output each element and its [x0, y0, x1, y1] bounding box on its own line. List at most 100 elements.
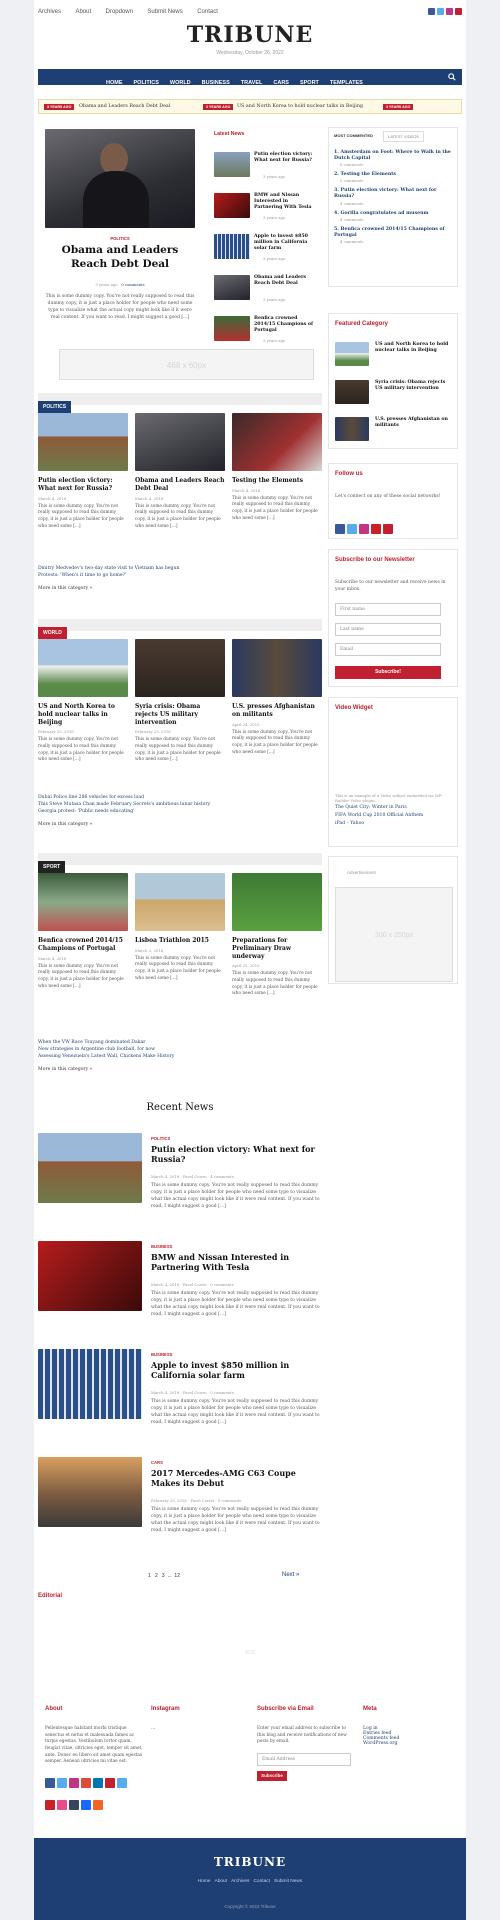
facebook-icon[interactable]	[335, 524, 345, 534]
more-link[interactable]: More in this category »	[38, 822, 322, 827]
youtube-icon[interactable]	[105, 1777, 115, 1788]
ticker-item[interactable]: Obama and Leaders Reach Debt Deal	[79, 104, 170, 109]
facebook-icon[interactable]	[45, 1777, 55, 1788]
nav-item[interactable]: SPORT	[300, 80, 319, 86]
list-item[interactable]: This Steve Mutasa Chan made February Sec…	[38, 802, 322, 807]
top-link[interactable]: Submit News	[147, 9, 182, 15]
featured-image[interactable]	[45, 129, 195, 228]
page-link[interactable]: 2	[155, 1573, 158, 1579]
latest-item-title[interactable]: Apple to invest $850 million in Californ…	[254, 234, 314, 252]
pinterest-icon[interactable]	[371, 524, 381, 534]
pinterest-icon[interactable]	[45, 1799, 55, 1810]
latest-item-title[interactable]: Benfica crowned 2014/15 Champions of Por…	[254, 316, 314, 334]
tumblr-icon[interactable]	[69, 1799, 79, 1810]
card-title[interactable]: Syria crisis: Obama rejects US military …	[135, 703, 225, 726]
recent-comments[interactable]: 0 comments	[210, 1282, 233, 1287]
ticker-item[interactable]: US and North Korea to hold nuclear talks…	[237, 104, 363, 109]
vimeo-icon[interactable]	[117, 1777, 127, 1788]
recent-item-title[interactable]: Putin election victory: What next for Ru…	[151, 1144, 321, 1165]
card-title[interactable]: Lisboa Triathlon 2015	[135, 937, 225, 945]
card-title[interactable]: US and North Korea to hold nuclear talks…	[38, 703, 128, 726]
top-link[interactable]: Dropdown	[106, 9, 133, 15]
nav-item[interactable]: WORLD	[170, 80, 191, 86]
card[interactable]: Lisboa Triathlon 2015 March 3, 2016 This i…	[135, 873, 225, 982]
list-item[interactable]: FIFA World Cup 2010 Official Anthem	[335, 813, 453, 818]
list-item[interactable]: CARS 2017 Mercedes-AMG C63 Coupe Makes it…	[38, 1457, 322, 1565]
ad-300[interactable]: 300 x 250px	[335, 887, 453, 982]
instagram-icon[interactable]	[446, 8, 453, 15]
card[interactable]: Syria crisis: Obama rejects US military …	[135, 639, 225, 764]
recent-author[interactable]: Pavel Correi	[183, 1390, 207, 1395]
nav-item[interactable]: BUSINESS	[202, 80, 230, 86]
youtube-icon[interactable]	[383, 524, 393, 534]
footer-subscribe-button[interactable]: Subscribe	[257, 1770, 287, 1781]
rss-icon[interactable]	[93, 1799, 103, 1810]
list-item[interactable]: Assessing Venezuela's Latest Wall, Chick…	[38, 1054, 322, 1059]
list-item[interactable]: 3. Putin election victory: What next for…	[334, 188, 454, 205]
list-item[interactable]: US and North Korea to hold nuclear talks…	[335, 342, 453, 368]
list-item[interactable]: U.S. presses Afghanistan on militants	[335, 417, 453, 443]
email-field[interactable]: Email	[335, 643, 441, 656]
twitter-icon[interactable]	[437, 8, 444, 15]
footer-logo[interactable]: TRIBUNE	[34, 1855, 466, 1869]
list-item[interactable]: iPad – Yahoo	[335, 821, 453, 826]
video-player[interactable]	[335, 720, 453, 790]
list-item[interactable]: 4. Gorilla congratulates ad museum 4 comm…	[334, 211, 454, 222]
first-name-field[interactable]: First name	[335, 603, 441, 616]
search-icon[interactable]	[448, 73, 456, 81]
card-title[interactable]: U.S. presses Afghanistan on militants	[232, 703, 322, 719]
tab-most-commented[interactable]: MOST COMMENTED	[334, 133, 373, 138]
featured-item-title[interactable]: U.S. presses Afghanistan on militants	[375, 417, 453, 429]
recent-comments[interactable]: 0 comments	[210, 1390, 233, 1395]
card[interactable]: Putin election victory: What next for Ru…	[38, 413, 128, 530]
instagram-icon[interactable]	[359, 524, 369, 534]
recent-category[interactable]: CARS	[151, 1460, 163, 1465]
twitter-icon[interactable]	[57, 1777, 67, 1788]
ad-mid[interactable]: ADS	[38, 1650, 462, 1656]
politics-label[interactable]: POLITICS	[38, 401, 72, 413]
list-item[interactable]: Georgia protest: 'Public needs educating…	[38, 809, 322, 814]
list-item[interactable]: Apple to invest $850 million in Californ…	[214, 234, 314, 275]
card[interactable]: Benfica crowned 2014/15 Champions of Por…	[38, 873, 128, 990]
card[interactable]: Obama and Leaders Reach Debt Deal March 4…	[135, 413, 225, 530]
instagram-icon[interactable]	[69, 1777, 79, 1788]
card-title[interactable]: Putin election victory: What next for Ru…	[38, 477, 128, 493]
list-item[interactable]: BUSINESS Apple to invest $850 million in …	[38, 1349, 322, 1457]
recent-item-title[interactable]: 2017 Mercedes-AMG C63 Coupe Makes its De…	[151, 1468, 321, 1489]
recent-author[interactable]: Pavel Correi	[183, 1282, 207, 1287]
footer-link[interactable]: Archives	[231, 1879, 249, 1884]
nav-item[interactable]: CARS	[273, 80, 289, 86]
dribbble-icon[interactable]	[57, 1799, 67, 1810]
page-link[interactable]: 12	[174, 1573, 180, 1579]
recent-category[interactable]: BUSINESS	[151, 1352, 172, 1357]
youtube-icon[interactable]	[455, 8, 462, 15]
latest-item-title[interactable]: BMW and Nissan Interested in Partnering …	[254, 193, 314, 211]
site-logo[interactable]: TRIBUNE	[34, 22, 466, 48]
recent-item-title[interactable]: Apple to invest $850 million in Californ…	[151, 1360, 321, 1381]
featured-title[interactable]: Obama and Leaders Reach Debt Deal	[45, 244, 195, 271]
linkedin-icon[interactable]	[93, 1777, 103, 1788]
featured-item-title[interactable]: US and North Korea to hold nuclear talks…	[375, 342, 453, 354]
list-item[interactable]: Obama and Leaders Reach Debt Deal 3 years…	[214, 275, 314, 316]
footer-link[interactable]: Submit News	[274, 1879, 302, 1884]
featured-category[interactable]: POLITICS	[45, 236, 195, 241]
page-link[interactable]: 3	[162, 1573, 165, 1579]
card-title[interactable]: Preparations for Preliminary Draw underw…	[232, 937, 322, 960]
world-label[interactable]: WORLD	[38, 627, 67, 639]
list-item[interactable]: Syria crisis: Obama rejects US military …	[335, 380, 453, 406]
card-title[interactable]: Benfica crowned 2014/15 Champions of Por…	[38, 937, 128, 953]
ad-banner[interactable]: 468 x 60px	[59, 349, 314, 380]
list-item[interactable]: When the VW Race Tsuyang dominated Dakar	[38, 1040, 322, 1045]
recent-category[interactable]: BUSINESS	[151, 1244, 172, 1249]
list-item[interactable]: The Quiet City: Winter in Paris	[335, 805, 453, 810]
footer-link[interactable]: Contact	[253, 1879, 270, 1884]
card[interactable]: Preparations for Preliminary Draw underw…	[232, 873, 322, 998]
list-item[interactable]: Dubai Police line 286 vehicles for exces…	[38, 795, 322, 800]
list-item[interactable]: 2. Testing the Elements 5 comments	[334, 172, 454, 183]
sport-label[interactable]: SPORT	[38, 861, 66, 873]
top-link[interactable]: Archives	[38, 9, 61, 15]
footer-link[interactable]: Home	[198, 1879, 211, 1884]
nav-item[interactable]: POLITICS	[134, 80, 159, 86]
list-item[interactable]: POLITICS Putin election victory: What nex…	[38, 1133, 322, 1241]
behance-icon[interactable]	[81, 1799, 91, 1810]
